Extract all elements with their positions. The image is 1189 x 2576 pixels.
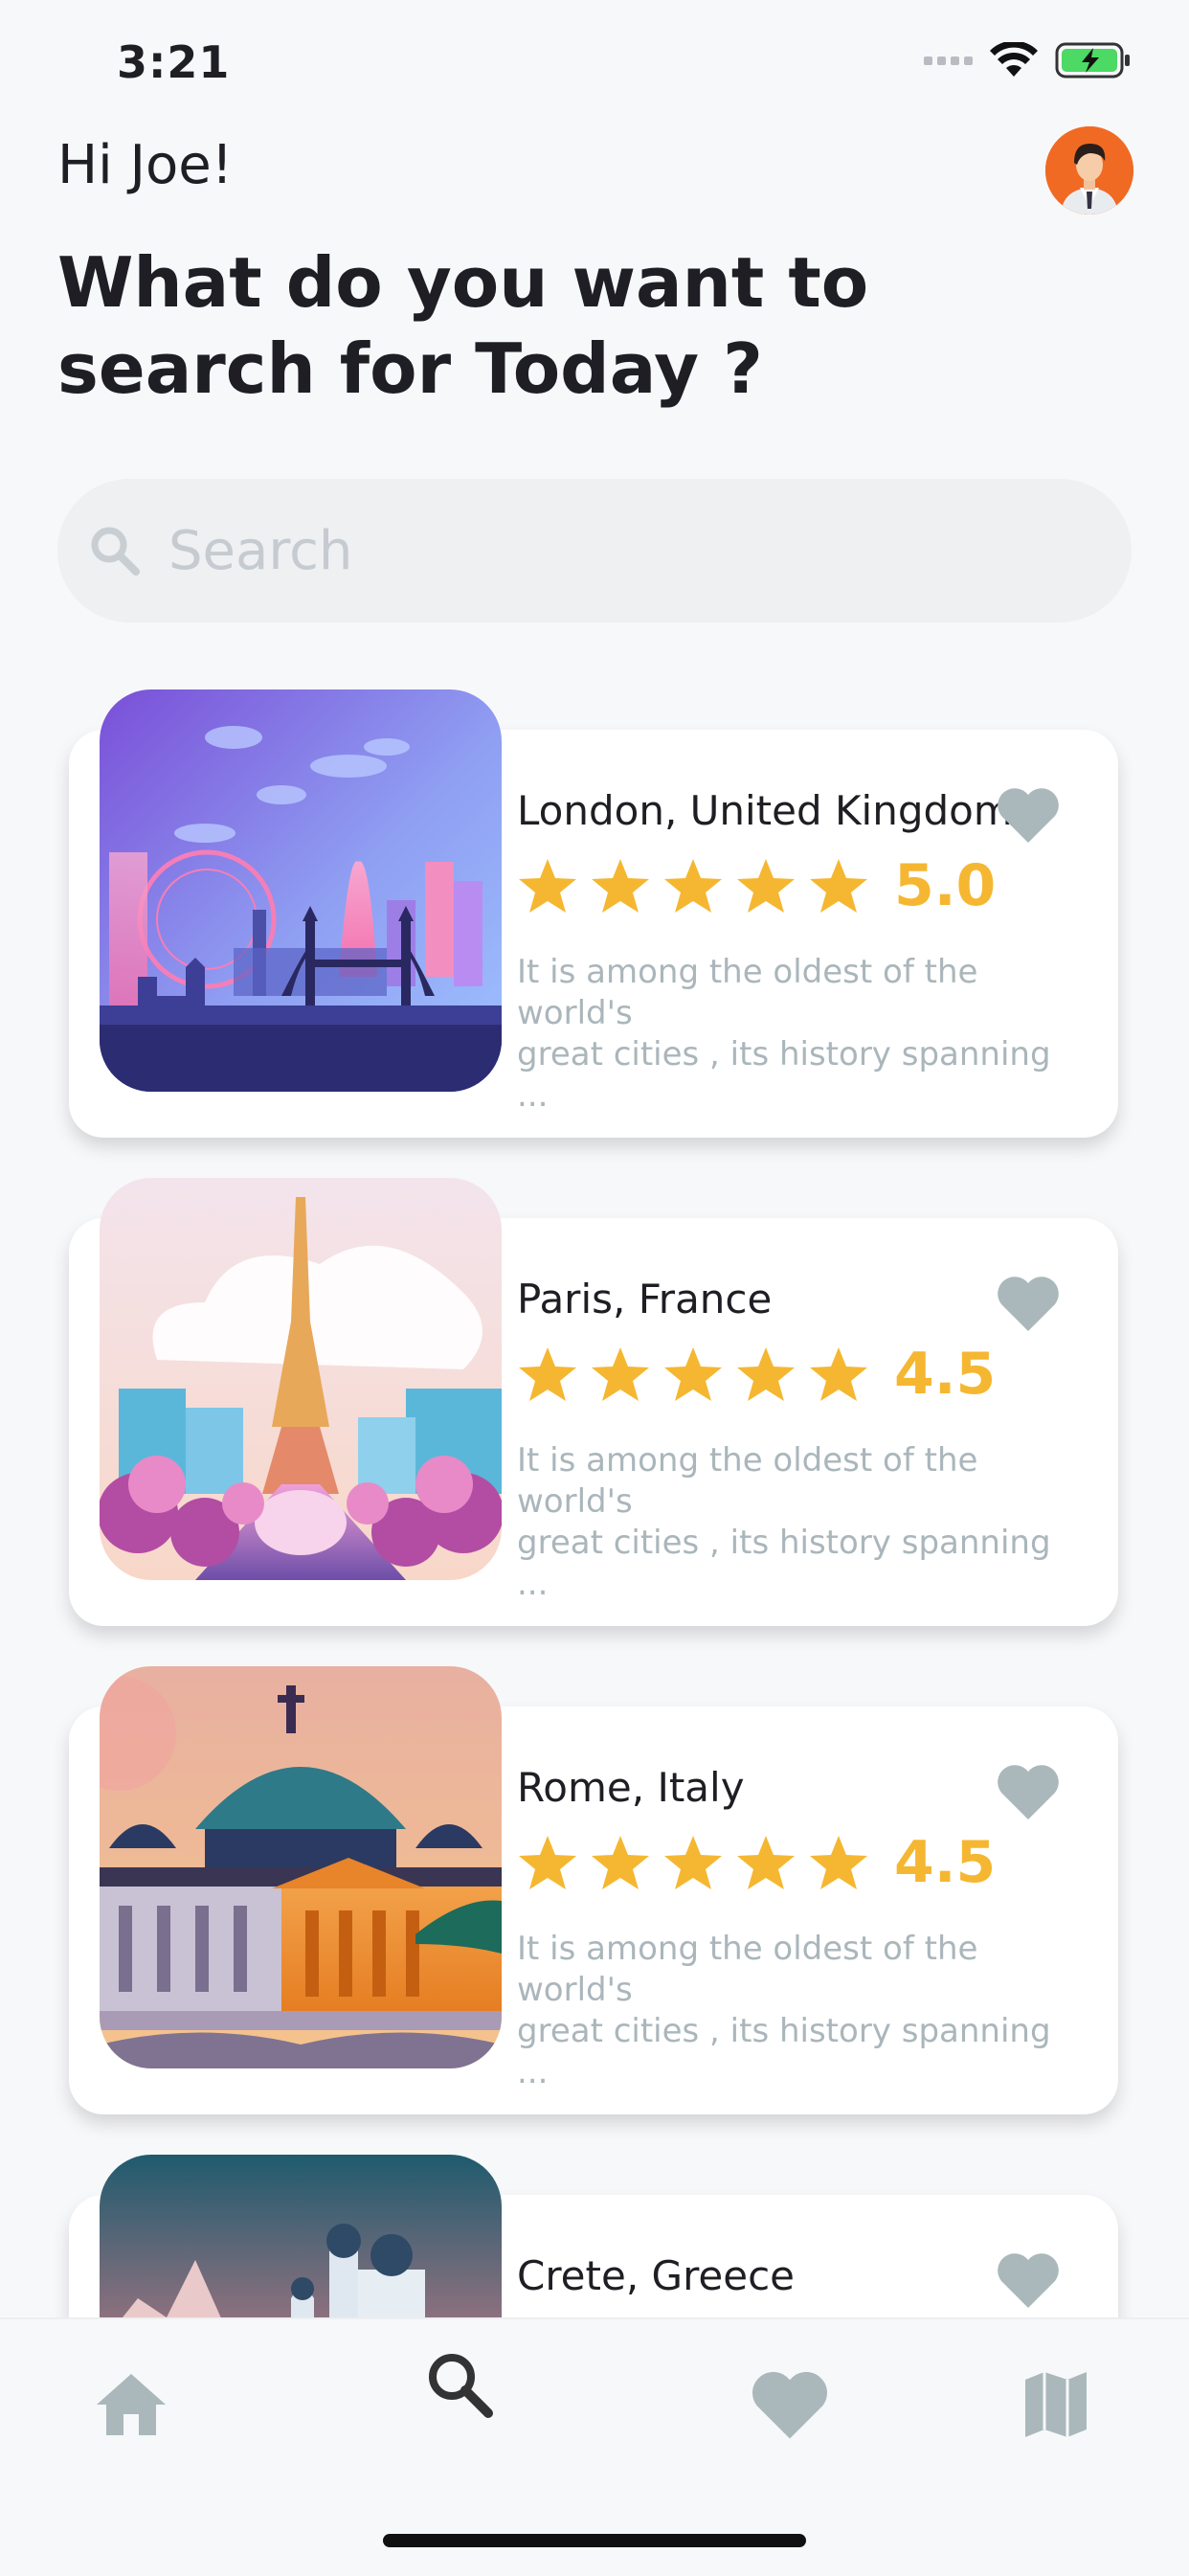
rome-thumbnail xyxy=(100,1666,502,2068)
favorite-heart-icon[interactable] xyxy=(996,785,1061,845)
star-icon xyxy=(737,1347,795,1401)
star-icon xyxy=(810,1836,867,1889)
star-icon xyxy=(664,1347,722,1401)
home-icon xyxy=(97,2374,166,2435)
destination-description: It is among the oldest of the world's gr… xyxy=(517,1441,1051,1603)
rating-value: 4.5 xyxy=(894,1341,997,1408)
destination-city: Paris, France xyxy=(517,1276,773,1322)
star-icon xyxy=(664,1836,722,1889)
crete-thumbnail xyxy=(100,2155,502,2317)
tab-map[interactable] xyxy=(1013,2361,1099,2448)
star-rating: 4.5 xyxy=(517,1829,996,1896)
favorite-heart-icon[interactable] xyxy=(996,2250,1061,2310)
rating-value: 4.5 xyxy=(894,1829,997,1896)
star-icon xyxy=(592,1347,649,1401)
map-icon xyxy=(1025,2372,1087,2437)
destination-list: London, United Kingdom 5.0 It is among t… xyxy=(0,0,1189,2317)
london-thumbnail xyxy=(100,689,502,1092)
favorite-heart-icon[interactable] xyxy=(996,1274,1061,1333)
tab-search[interactable] xyxy=(417,2354,504,2448)
destination-card-rome[interactable]: Rome, Italy 4.5 It is among the oldest o… xyxy=(69,1666,1118,2114)
search-icon xyxy=(429,2354,493,2418)
tab-home[interactable] xyxy=(88,2361,174,2448)
destination-city: London, United Kingdom xyxy=(517,787,1013,834)
rating-value: 5.0 xyxy=(894,852,997,919)
star-icon xyxy=(519,1836,576,1889)
destination-description: It is among the oldest of the world's gr… xyxy=(517,953,1051,1115)
star-icon xyxy=(664,859,722,913)
heart-icon xyxy=(752,2371,827,2439)
star-icon xyxy=(810,859,867,913)
star-icon xyxy=(737,859,795,913)
star-icon xyxy=(519,1347,576,1401)
destination-card-paris[interactable]: Paris, France 4.5 It is among the oldest… xyxy=(69,1178,1118,1626)
star-icon xyxy=(737,1836,795,1889)
destination-city: Rome, Italy xyxy=(517,1764,745,1811)
destination-city: Crete, Greece xyxy=(517,2252,796,2299)
destination-card-crete[interactable]: Crete, Greece xyxy=(69,2155,1118,2317)
star-icon xyxy=(592,859,649,913)
star-icon xyxy=(519,859,576,913)
star-icon xyxy=(810,1347,867,1401)
favorite-heart-icon[interactable] xyxy=(996,1762,1061,1821)
paris-thumbnail xyxy=(100,1178,502,1580)
tab-favorites[interactable] xyxy=(747,2361,833,2448)
destination-card-london[interactable]: London, United Kingdom 5.0 It is among t… xyxy=(69,689,1118,1138)
star-rating: 5.0 xyxy=(517,852,996,919)
destination-description: It is among the oldest of the world's gr… xyxy=(517,1930,1051,2091)
home-indicator xyxy=(383,2534,806,2547)
star-rating: 4.5 xyxy=(517,1341,996,1408)
star-icon xyxy=(592,1836,649,1889)
